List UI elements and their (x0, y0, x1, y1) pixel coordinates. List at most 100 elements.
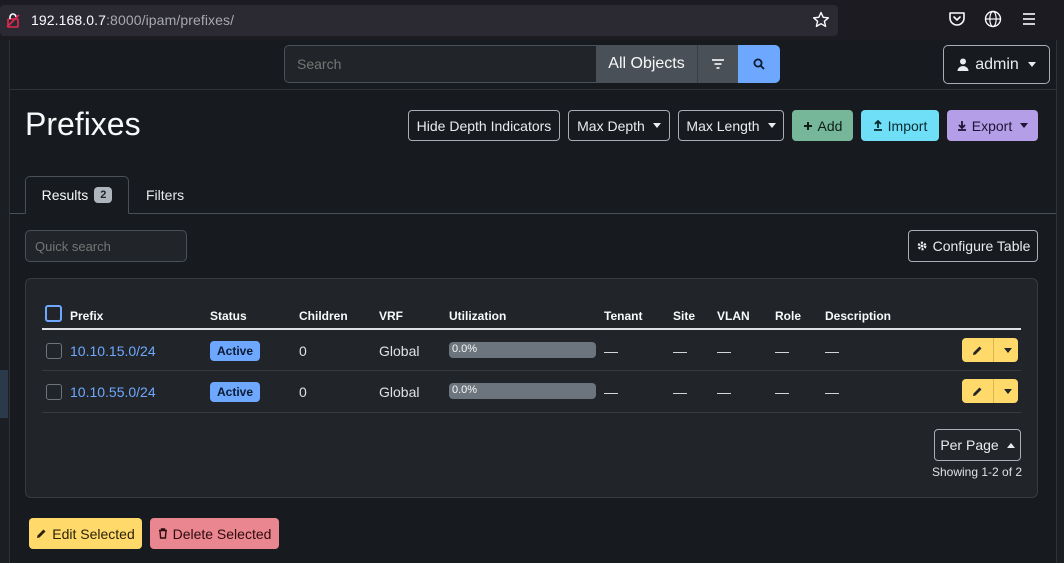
vlan-value: — (717, 343, 731, 359)
column-header-tenant[interactable]: Tenant (604, 309, 642, 323)
row-actions (962, 379, 1018, 403)
row-checkbox[interactable] (46, 343, 62, 359)
sidebar-collapsed[interactable] (0, 40, 10, 563)
address-bar[interactable]: 192.168.0.7:8000/ipam/prefixes/ (0, 5, 838, 36)
edit-selected-button[interactable]: Edit Selected (29, 518, 142, 549)
hamburger-menu-icon[interactable] (1020, 10, 1038, 28)
pocket-icon[interactable] (948, 10, 966, 28)
configure-table-label: Configure Table (932, 238, 1031, 254)
table-header-divider (42, 328, 1021, 330)
max-depth-label: Max Depth (577, 117, 645, 134)
chevron-down-icon (1020, 123, 1029, 128)
scrollbar[interactable] (1056, 40, 1064, 563)
pencil-icon (37, 529, 46, 538)
search-icon (753, 58, 765, 70)
tab-filters[interactable]: Filters (146, 187, 184, 203)
user-name: admin (975, 55, 1019, 73)
results-count-badge: 2 (94, 187, 113, 203)
upload-icon (873, 120, 882, 131)
edit-selected-label: Edit Selected (52, 525, 135, 542)
role-value: — (775, 384, 789, 400)
browser-toolbar: 192.168.0.7:8000/ipam/prefixes/ (0, 0, 1064, 40)
tenant-value: — (604, 384, 618, 400)
add-label: Add (817, 117, 843, 134)
children-count: 0 (299, 384, 307, 400)
prefix-link[interactable]: 10.10.55.0/24 (70, 384, 156, 400)
prefix-link[interactable]: 10.10.15.0/24 (70, 343, 156, 359)
pencil-icon (973, 346, 982, 355)
column-header-status[interactable]: Status (210, 309, 247, 323)
search-submit-button[interactable] (738, 45, 780, 83)
row-actions-dropdown[interactable] (994, 379, 1018, 403)
row-actions-dropdown[interactable] (994, 338, 1018, 362)
max-depth-dropdown[interactable]: Max Depth (568, 110, 670, 141)
plus-icon (803, 121, 812, 130)
status-badge: Active (210, 341, 261, 361)
per-page-label: Per Page (940, 437, 999, 453)
add-button[interactable]: Add (792, 110, 853, 141)
trash-icon (158, 528, 167, 539)
column-header-vlan[interactable]: VLAN (717, 309, 750, 323)
sidebar-active-marker (0, 370, 8, 418)
user-menu-button[interactable]: admin (943, 45, 1050, 84)
insecure-lock-icon[interactable] (6, 13, 20, 28)
search-scope-dropdown[interactable]: All Objects (596, 45, 697, 83)
vrf-value: Global (379, 384, 420, 400)
status-badge: Active (210, 382, 261, 402)
pagination-summary: Showing 1-2 of 2 (932, 465, 1023, 479)
chevron-down-icon (1003, 388, 1012, 394)
hide-depth-label: Hide Depth Indicators (416, 117, 552, 134)
tab-results[interactable]: Results 2 (25, 176, 129, 214)
row-edit-button[interactable] (962, 338, 994, 362)
tab-results-label: Results (41, 187, 89, 203)
download-icon (957, 121, 966, 131)
max-length-dropdown[interactable]: Max Length (678, 110, 784, 141)
export-dropdown[interactable]: Export (947, 110, 1038, 141)
page-title: Prefixes (25, 106, 141, 142)
column-header-description[interactable]: Description (825, 309, 891, 323)
chevron-down-icon (1003, 347, 1012, 353)
description-value: — (825, 384, 839, 400)
utilization-bar: 0.0% (449, 383, 596, 399)
import-button[interactable]: Import (861, 110, 939, 141)
per-page-dropdown[interactable]: Per Page (934, 429, 1021, 461)
select-all-checkbox[interactable] (45, 305, 62, 322)
utilization-label: 0.0% (452, 384, 478, 396)
quick-search-input[interactable] (25, 230, 187, 262)
vrf-value: Global (379, 343, 420, 359)
chevron-up-icon (1006, 442, 1015, 448)
row-actions (962, 338, 1018, 362)
tenant-value: — (604, 343, 618, 359)
search-filter-button[interactable] (697, 45, 738, 83)
children-count: 0 (299, 343, 307, 359)
pencil-icon (973, 387, 982, 396)
user-icon (957, 58, 969, 71)
column-header-prefix[interactable]: Prefix (70, 309, 103, 323)
url-text: 192.168.0.7:8000/ipam/prefixes/ (31, 12, 235, 28)
role-value: — (775, 343, 789, 359)
row-divider (42, 370, 1021, 371)
tabs-divider (10, 213, 1056, 214)
row-edit-button[interactable] (962, 379, 994, 403)
configure-table-button[interactable]: Configure Table (908, 230, 1038, 262)
global-search-input[interactable] (284, 45, 596, 83)
globe-icon[interactable] (984, 10, 1002, 28)
column-header-site[interactable]: Site (673, 309, 695, 323)
column-header-utilization[interactable]: Utilization (449, 309, 506, 323)
top-navbar: All Objects admin (10, 40, 1056, 90)
delete-selected-button[interactable]: Delete Selected (150, 518, 279, 549)
import-label: Import (887, 117, 928, 134)
row-divider (42, 412, 1021, 413)
column-header-vrf[interactable]: VRF (379, 309, 403, 323)
chevron-down-icon (767, 123, 776, 128)
export-label: Export (971, 117, 1013, 134)
hide-depth-indicators-button[interactable]: Hide Depth Indicators (408, 110, 560, 141)
row-checkbox[interactable] (46, 384, 62, 400)
utilization-bar: 0.0% (449, 342, 596, 358)
column-header-children[interactable]: Children (299, 309, 348, 323)
utilization-label: 0.0% (452, 343, 478, 355)
column-header-role[interactable]: Role (775, 309, 801, 323)
bookmark-star-icon[interactable] (812, 11, 830, 29)
filter-icon (712, 59, 724, 69)
chevron-down-icon (652, 123, 661, 128)
